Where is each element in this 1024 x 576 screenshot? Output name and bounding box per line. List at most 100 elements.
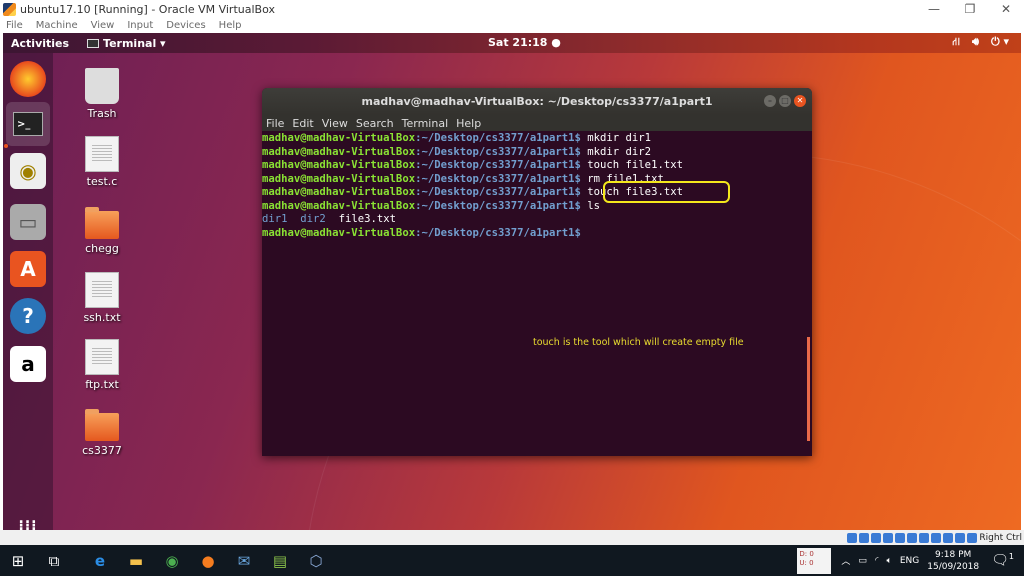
label: cs3377 xyxy=(82,444,122,457)
volume-icon[interactable]: 🔊︎ xyxy=(972,35,979,50)
clock[interactable]: Sat 21:18 ● xyxy=(488,36,561,49)
host-menu-view[interactable]: View xyxy=(91,20,115,31)
thunderbird-icon[interactable]: ✉ xyxy=(226,545,262,576)
ls-output: dir1 dir2 file3.txt xyxy=(262,213,396,225)
highlight-annotation-box xyxy=(603,181,730,203)
host-key-label: Right Ctrl xyxy=(979,532,1022,543)
terminal-line: madhav@madhav-VirtualBox:~/Desktop/cs337… xyxy=(262,132,652,144)
edge-icon[interactable]: e xyxy=(82,545,118,576)
minimize-button[interactable]: — xyxy=(916,0,952,18)
menu-edit[interactable]: Edit xyxy=(292,117,313,130)
host-menu-devices[interactable]: Devices xyxy=(166,20,205,31)
terminal-output[interactable]: madhav@madhav-VirtualBox:~/Desktop/cs337… xyxy=(262,131,812,456)
gnome-top-bar: Activities Terminal ▾ Sat 21:18 ● ⛙ 🔊︎ ⏻… xyxy=(3,33,1021,53)
scrollbar[interactable] xyxy=(807,337,810,441)
host-menu-machine[interactable]: Machine xyxy=(36,20,78,31)
guest-desktop: Activities Terminal ▾ Sat 21:18 ● ⛙ 🔊︎ ⏻… xyxy=(3,33,1021,530)
close-button[interactable]: ✕ xyxy=(988,0,1024,18)
notepad-icon[interactable]: ▤ xyxy=(262,545,298,576)
start-button[interactable]: ⊞ xyxy=(0,545,36,576)
desktop-ssh-txt[interactable]: ssh.txt xyxy=(67,272,137,324)
menu-view[interactable]: View xyxy=(322,117,348,130)
net-monitor: D: 0 U: 0 xyxy=(797,547,832,574)
terminal-icon xyxy=(87,38,100,48)
host-menu-bar: File Machine View Input Devices Help xyxy=(0,18,1024,33)
app-menu-label: Terminal ▾ xyxy=(103,36,166,50)
amazon-icon[interactable]: a xyxy=(10,346,46,382)
terminal-prompt: madhav@madhav-VirtualBox:~/Desktop/cs337… xyxy=(262,226,581,239)
host-menu-input[interactable]: Input xyxy=(127,20,153,31)
terminal-window[interactable]: madhav@madhav-VirtualBox: ~/Desktop/cs33… xyxy=(262,88,812,456)
taskbar-clock[interactable]: 9:18 PM 15/09/2018 xyxy=(927,549,979,573)
windows-taskbar: ⊞ ⧉ e ▬ ◉ ● ✉ ▤ ⬡ D: 0 U: 0 ︿ ▭ ◜ 🔈︎ ENG … xyxy=(0,545,1024,576)
terminal-menu-bar: File Edit View Search Terminal Help xyxy=(262,115,812,131)
desktop-test-c[interactable]: test.c xyxy=(67,136,137,188)
virtualbox-logo-icon xyxy=(3,2,16,16)
terminal-dock-item[interactable]: >_ xyxy=(6,102,50,146)
file-explorer-icon[interactable]: ▬ xyxy=(118,545,154,576)
language-indicator[interactable]: ENG xyxy=(900,556,919,566)
terminal-title: madhav@madhav-VirtualBox: ~/Desktop/cs33… xyxy=(361,95,713,108)
terminal-line: madhav@madhav-VirtualBox:~/Desktop/cs337… xyxy=(262,145,652,158)
host-menu-help[interactable]: Help xyxy=(219,20,242,31)
rhythmbox-icon[interactable]: ◉ xyxy=(10,153,46,189)
label: chegg xyxy=(85,242,119,255)
optical-icon[interactable] xyxy=(859,532,870,543)
mouse-integration-icon[interactable] xyxy=(955,532,966,543)
audio-icon[interactable] xyxy=(871,532,882,543)
volume-icon[interactable]: 🔈︎ xyxy=(886,556,891,566)
terminal-line: madhav@madhav-VirtualBox:~/Desktop/cs337… xyxy=(262,199,601,212)
show-applications-icon[interactable]: ⁝⁝⁝ xyxy=(10,508,46,530)
chrome-icon[interactable]: ◉ xyxy=(154,545,190,576)
desktop-chegg[interactable]: chegg xyxy=(67,205,137,255)
menu-search[interactable]: Search xyxy=(356,117,394,130)
label: test.c xyxy=(86,175,118,188)
menu-file[interactable]: File xyxy=(266,117,284,130)
hdd-icon[interactable] xyxy=(847,532,858,543)
text-file-icon xyxy=(85,272,119,308)
usb-icon[interactable] xyxy=(895,532,906,543)
help-icon[interactable]: ? xyxy=(10,298,46,334)
terminal-line: madhav@madhav-VirtualBox:~/Desktop/cs337… xyxy=(262,159,683,171)
network-icon[interactable]: ⛙ xyxy=(952,35,960,50)
chevron-up-icon[interactable]: ︿ xyxy=(841,554,850,567)
label: ftp.txt xyxy=(85,378,119,391)
keyboard-icon[interactable] xyxy=(967,532,978,543)
firefox-icon[interactable] xyxy=(10,61,46,97)
recording-icon[interactable] xyxy=(931,532,942,543)
minimize-button[interactable]: – xyxy=(764,95,776,107)
virtualbox-icon[interactable]: ⬡ xyxy=(298,545,334,576)
folder-icon xyxy=(85,207,119,239)
display-icon[interactable] xyxy=(919,532,930,543)
restore-button[interactable]: ❐ xyxy=(952,0,988,18)
app-menu[interactable]: Terminal ▾ xyxy=(87,37,166,50)
terminal-icon: >_ xyxy=(13,112,43,136)
desktop-ftp-txt[interactable]: ftp.txt xyxy=(67,339,137,391)
host-title-bar: ubuntu17.10 [Running] - Oracle VM Virtua… xyxy=(0,0,1024,18)
cpu-icon[interactable] xyxy=(943,532,954,543)
notification-icon[interactable]: 🗨︎1 xyxy=(991,552,1014,569)
desktop-trash[interactable]: Trash xyxy=(67,68,137,120)
files-icon[interactable]: ▭ xyxy=(10,204,46,240)
activities-button[interactable]: Activities xyxy=(11,37,69,50)
desktop-cs3377[interactable]: cs3377 xyxy=(67,407,137,457)
trash-icon xyxy=(85,68,119,104)
power-icon[interactable]: ⏻ ▾ xyxy=(991,35,1009,50)
wifi-icon[interactable]: ◜ xyxy=(875,556,879,566)
menu-terminal[interactable]: Terminal xyxy=(402,117,449,130)
vbox-status-bar: Right Ctrl xyxy=(0,530,1024,545)
host-menu-file[interactable]: File xyxy=(6,20,23,31)
maximize-button[interactable]: □ xyxy=(779,95,791,107)
battery-icon[interactable]: ▭ xyxy=(858,556,867,566)
software-icon[interactable]: A xyxy=(10,251,46,287)
terminal-title-bar[interactable]: madhav@madhav-VirtualBox: ~/Desktop/cs33… xyxy=(262,88,812,115)
label: Trash xyxy=(87,107,117,120)
menu-help[interactable]: Help xyxy=(456,117,481,130)
close-button[interactable]: ✕ xyxy=(794,95,806,107)
firefox-icon[interactable]: ● xyxy=(190,545,226,576)
shared-folder-icon[interactable] xyxy=(907,532,918,543)
network-icon[interactable] xyxy=(883,532,894,543)
task-view-button[interactable]: ⧉ xyxy=(36,545,72,576)
c-file-icon xyxy=(85,136,119,172)
system-tray[interactable]: ⛙ 🔊︎ ⏻ ▾ xyxy=(952,35,1009,50)
